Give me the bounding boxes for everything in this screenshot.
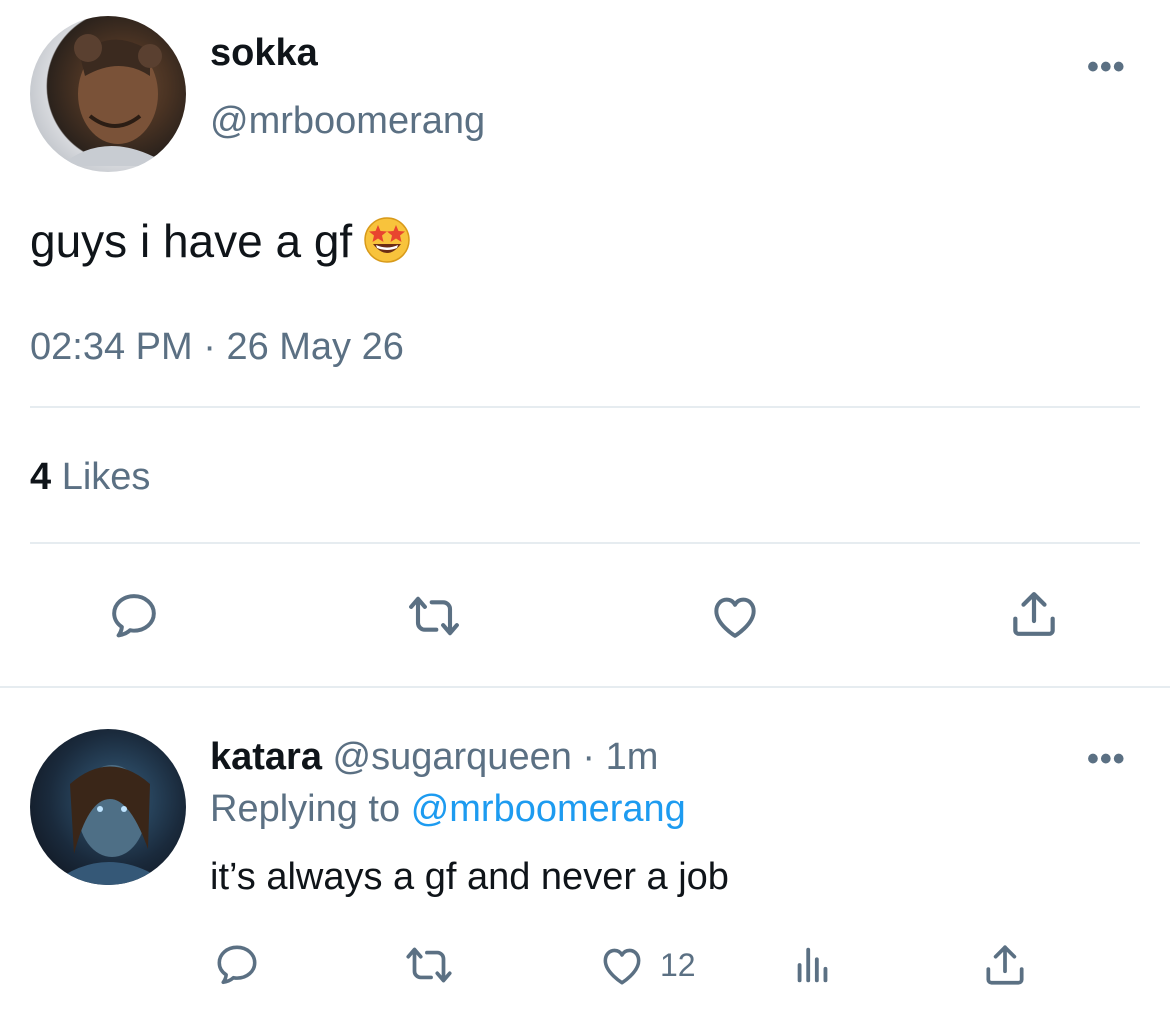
replying-to-label: Replying to [210, 788, 401, 830]
retweet-button[interactable] [402, 588, 466, 644]
heart-icon [714, 597, 756, 638]
share-icon [986, 945, 1024, 985]
divider [0, 686, 1170, 688]
likes-label: Likes [61, 456, 151, 498]
reply-header: katara @sugarqueen · 1m [210, 736, 658, 779]
reply-retweet-button[interactable] [400, 940, 458, 990]
reply-analytics-button[interactable] [790, 942, 836, 988]
heart-icon [603, 948, 641, 985]
reply-display-name[interactable]: katara [210, 736, 322, 778]
handle[interactable]: @mrboomerang [210, 100, 485, 143]
retweet-icon [406, 947, 452, 983]
display-name[interactable]: sokka [210, 32, 318, 75]
reply-icon [217, 945, 257, 985]
likes-count: 4 [30, 456, 52, 498]
share-button[interactable] [1006, 586, 1062, 642]
tweet-date: 26 May 26 [226, 326, 404, 368]
avatar[interactable] [30, 729, 186, 885]
reply-share-button[interactable] [980, 940, 1030, 990]
divider [30, 406, 1140, 408]
share-icon [1013, 592, 1055, 636]
retweet-icon [409, 596, 459, 636]
avatar[interactable] [30, 16, 186, 172]
reply-like-button[interactable]: 12 [596, 940, 696, 990]
reply-separator: · [582, 736, 596, 778]
avatar-illustration [60, 34, 170, 166]
analytics-icon [797, 947, 828, 983]
reply-like-count: 12 [660, 946, 696, 983]
reply-time[interactable]: 1m [606, 736, 659, 778]
tweet-time: 02:34 PM [30, 326, 193, 368]
more-options-icon[interactable]: ••• [1087, 50, 1126, 84]
date-separator: · [203, 326, 216, 368]
likes-summary[interactable]: 4 Likes [30, 456, 150, 499]
reply-icon [112, 594, 156, 638]
star-struck-emoji-icon [362, 214, 412, 275]
like-button[interactable] [706, 588, 764, 644]
tweet-body: guys i have a gf [30, 215, 353, 267]
reply-text: it’s always a gf and never a job [210, 856, 729, 898]
reply-button[interactable] [106, 588, 162, 644]
divider [30, 542, 1140, 544]
replying-to-handle[interactable]: @mrboomerang [411, 788, 686, 830]
tweet-timestamp[interactable]: 02:34 PM · 26 May 26 [30, 326, 404, 369]
reply-reply-button[interactable] [212, 940, 262, 990]
reply-handle[interactable]: @sugarqueen [333, 736, 572, 778]
replying-to: Replying to @mrboomerang [210, 788, 686, 831]
more-options-icon[interactable]: ••• [1087, 742, 1126, 776]
avatar-illustration [50, 765, 170, 885]
tweet-text: guys i have a gf [30, 214, 412, 275]
